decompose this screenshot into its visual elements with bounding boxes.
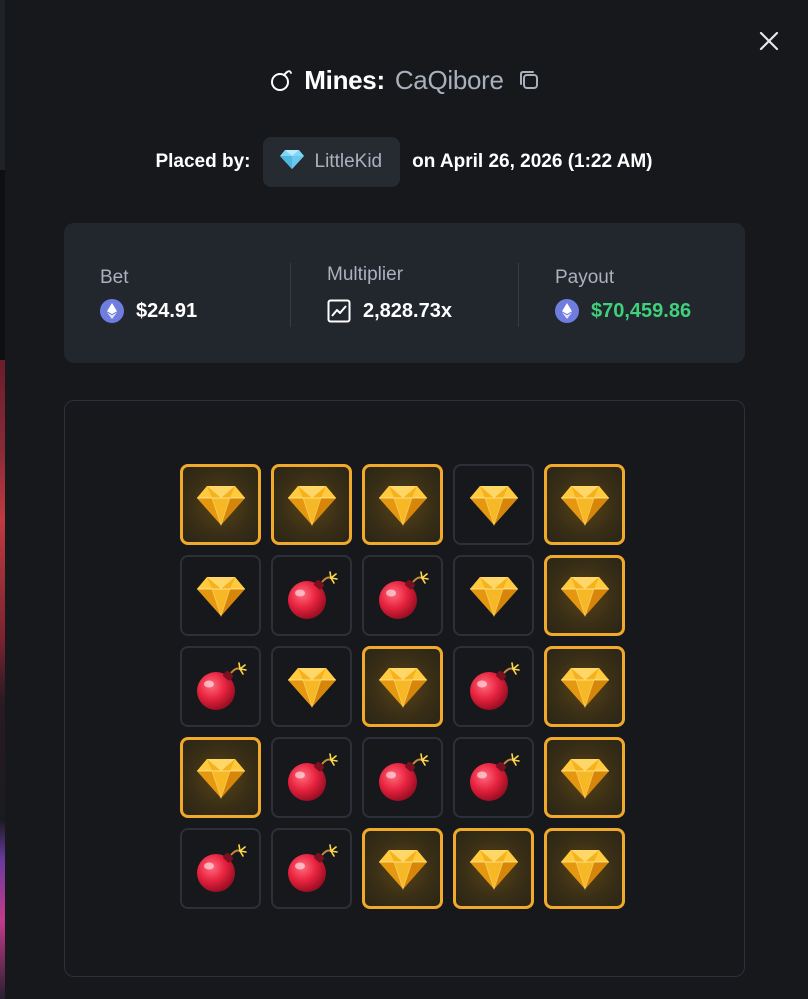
- diamond-icon: [279, 148, 305, 176]
- gem-tile[interactable]: [271, 646, 352, 727]
- gem-icon: [560, 667, 609, 708]
- mine-tile[interactable]: [453, 737, 534, 818]
- gem-tile[interactable]: [271, 464, 352, 545]
- mine-tile[interactable]: [271, 828, 352, 909]
- chart-line-icon: [327, 299, 351, 323]
- mine-icon: [196, 843, 247, 892]
- multiplier-label: Multiplier: [327, 264, 404, 285]
- mine-tile[interactable]: [271, 555, 352, 636]
- gem-tile[interactable]: [453, 464, 534, 545]
- player-chip[interactable]: LittleKid: [262, 137, 401, 187]
- gem-icon: [196, 485, 245, 526]
- mine-icon: [378, 752, 429, 801]
- gem-icon: [196, 576, 245, 617]
- gem-tile[interactable]: [362, 464, 443, 545]
- mine-tile[interactable]: [453, 646, 534, 727]
- gem-icon: [469, 576, 518, 617]
- gem-icon: [287, 667, 336, 708]
- mine-tile[interactable]: [180, 646, 261, 727]
- gem-tile[interactable]: [453, 828, 534, 909]
- gem-tile[interactable]: [544, 737, 625, 818]
- gem-icon: [560, 576, 609, 617]
- mine-tile[interactable]: [362, 737, 443, 818]
- gem-icon: [469, 849, 518, 890]
- gem-tile[interactable]: [180, 737, 261, 818]
- multiplier-stat: Multiplier 2,828.73x: [291, 223, 518, 363]
- placed-by-label: Placed by:: [155, 151, 251, 172]
- close-button[interactable]: [757, 29, 781, 53]
- bet-stat: Bet $24.91: [64, 223, 291, 363]
- gem-icon: [560, 849, 609, 890]
- gem-icon: [378, 849, 427, 890]
- mine-icon: [287, 570, 338, 619]
- payout-label: Payout: [555, 267, 615, 288]
- mine-icon: [469, 661, 520, 710]
- gem-tile[interactable]: [453, 555, 534, 636]
- close-icon: [759, 31, 779, 51]
- bet-value: $24.91: [136, 299, 198, 322]
- mine-icon: [287, 752, 338, 801]
- bomb-outline-icon: [268, 67, 294, 93]
- gem-icon: [378, 667, 427, 708]
- ethereum-icon: [555, 299, 579, 323]
- gem-tile[interactable]: [180, 464, 261, 545]
- game-name: Mines:: [304, 64, 385, 95]
- gem-tile[interactable]: [544, 646, 625, 727]
- mine-icon: [378, 570, 429, 619]
- placed-by-row: Placed by: LittleKid on April 26, 2026 (…: [0, 137, 808, 187]
- gem-tile[interactable]: [544, 464, 625, 545]
- gem-icon: [560, 485, 609, 526]
- payout-value: $70,459.86: [591, 299, 692, 322]
- mine-tile[interactable]: [271, 737, 352, 818]
- stats-panel: Bet $24.91 Multiplier 2,828.73x Payout $…: [64, 223, 745, 363]
- payout-stat: Payout $70,459.86: [519, 223, 745, 363]
- bet-seed-id: CaQibore: [394, 64, 504, 95]
- mine-tile[interactable]: [362, 555, 443, 636]
- gem-icon: [560, 758, 609, 799]
- copy-icon[interactable]: [518, 69, 540, 91]
- mines-grid: [180, 464, 631, 915]
- gem-tile[interactable]: [544, 828, 625, 909]
- mine-icon: [469, 752, 520, 801]
- gem-icon: [378, 485, 427, 526]
- multiplier-value: 2,828.73x: [363, 299, 452, 322]
- ethereum-icon: [100, 299, 124, 323]
- bet-label: Bet: [100, 267, 129, 288]
- gem-icon: [287, 485, 336, 526]
- gem-tile[interactable]: [544, 555, 625, 636]
- mine-tile[interactable]: [180, 828, 261, 909]
- player-name: LittleKid: [314, 151, 383, 172]
- mine-icon: [196, 661, 247, 710]
- bet-date: on April 26, 2026 (1:22 AM): [412, 151, 653, 172]
- gem-icon: [196, 758, 245, 799]
- gem-tile[interactable]: [180, 555, 261, 636]
- modal-title: Mines: CaQibore: [0, 60, 808, 100]
- gem-tile[interactable]: [362, 828, 443, 909]
- gem-tile[interactable]: [362, 646, 443, 727]
- mine-icon: [287, 843, 338, 892]
- gem-icon: [469, 485, 518, 526]
